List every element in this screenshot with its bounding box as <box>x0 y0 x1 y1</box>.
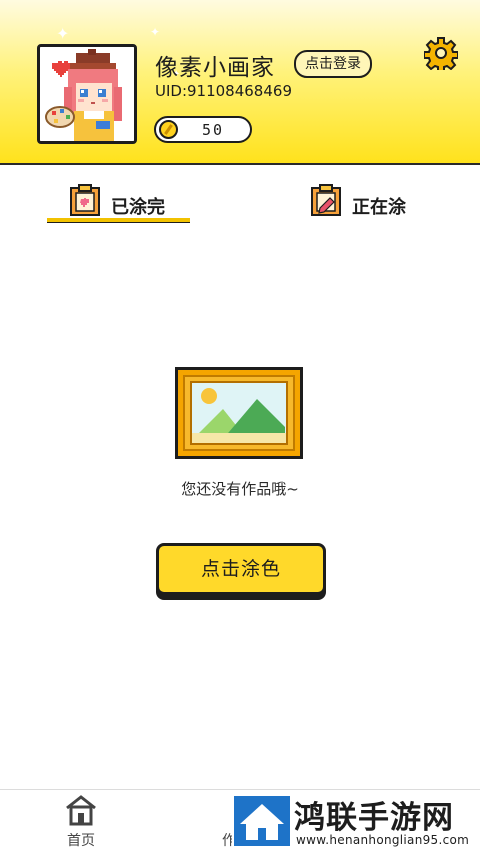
login-button[interactable]: 点击登录 <box>294 50 372 78</box>
empty-artwork-frame-icon <box>175 367 303 459</box>
user-id: UID:91108468469 <box>155 82 292 100</box>
coin-count: 50 <box>202 121 225 139</box>
coin-balance: 50 <box>154 116 252 143</box>
watermark-url: www.henanhonglian95.com <box>296 833 470 847</box>
tab-finished-label: 已涂完 <box>111 197 165 218</box>
nav-item-home[interactable]: 首页 <box>56 794 106 849</box>
active-tab-indicator <box>47 218 190 223</box>
tab-finished[interactable]: 已涂完 <box>68 183 198 223</box>
pixel-girl-avatar-image <box>40 47 134 141</box>
empty-message: 您还没有作品哦~ <box>181 480 299 498</box>
home-icon <box>66 795 96 826</box>
watermark-title: 鸿联手游网 <box>294 800 454 836</box>
clipboard-pencil-icon <box>311 184 341 216</box>
profile-header: ✦ ✦ ✦ 像素小画家 点击登录 UID:91108468469 50 <box>0 0 480 165</box>
clipboard-heart-icon <box>70 184 100 216</box>
watermark-house-logo-icon <box>234 796 290 846</box>
coin-icon <box>159 120 178 139</box>
nickname: 像素小画家 <box>155 55 275 81</box>
tab-in-progress-label: 正在涂 <box>352 197 406 218</box>
start-coloring-button[interactable]: 点击涂色 <box>156 543 326 595</box>
sparkle-icon: ✦ <box>56 24 70 43</box>
nav-home-label: 首页 <box>67 833 95 849</box>
sparkle-icon: ✦ <box>150 25 161 39</box>
watermark-logo: 鸿联手游网 www.henanhonglian95.com <box>232 792 480 853</box>
settings-gear-icon[interactable] <box>424 36 458 70</box>
avatar[interactable] <box>37 44 137 144</box>
tab-in-progress[interactable]: 正在涂 <box>309 183 419 223</box>
